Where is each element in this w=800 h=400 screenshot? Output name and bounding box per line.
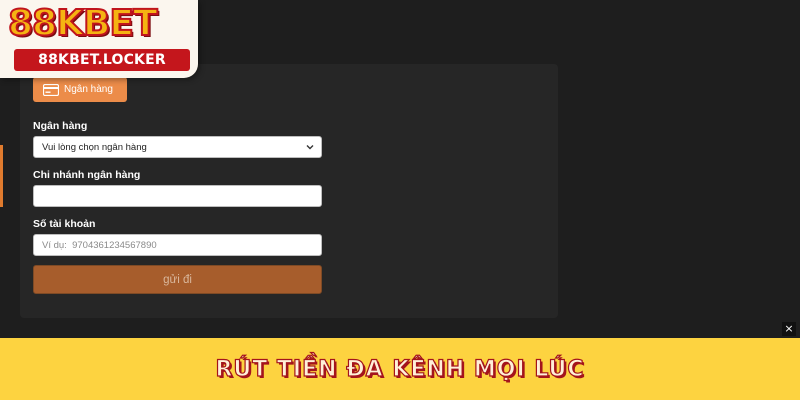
bank-select-value: Vui lòng chọn ngân hàng <box>42 141 147 153</box>
sidebar-indicator <box>0 145 3 207</box>
method-tab-label: Ngân hàng <box>64 84 113 95</box>
brand-logo: 88KBET 88KBET.LOCKER <box>0 0 198 78</box>
method-tab-bank[interactable]: Ngân hàng <box>33 77 127 102</box>
logo-brand-text: 88KBET <box>7 2 159 45</box>
close-icon[interactable]: × <box>782 322 796 336</box>
banner-title: RÚT TIỀN ĐA KÊNH MỌI LÚC <box>215 356 585 382</box>
chevron-down-icon <box>305 142 315 152</box>
account-number-input[interactable] <box>33 234 322 256</box>
promo-banner: RÚT TIỀN ĐA KÊNH MỌI LÚC <box>0 338 800 400</box>
branch-label: Chi nhánh ngân hàng <box>33 169 141 181</box>
account-label: Số tài khoản <box>33 218 96 230</box>
bank-card-icon <box>42 83 60 96</box>
logo-domain-text: 88KBET.LOCKER <box>14 49 190 71</box>
bank-label: Ngân hàng <box>33 120 88 132</box>
submit-button[interactable]: gửi đi <box>33 265 322 294</box>
bank-select[interactable]: Vui lòng chọn ngân hàng <box>33 136 322 158</box>
branch-input[interactable] <box>33 185 322 207</box>
withdraw-form-card: Ngân hàng Ngân hàng Vui lòng chọn ngân h… <box>20 64 558 318</box>
